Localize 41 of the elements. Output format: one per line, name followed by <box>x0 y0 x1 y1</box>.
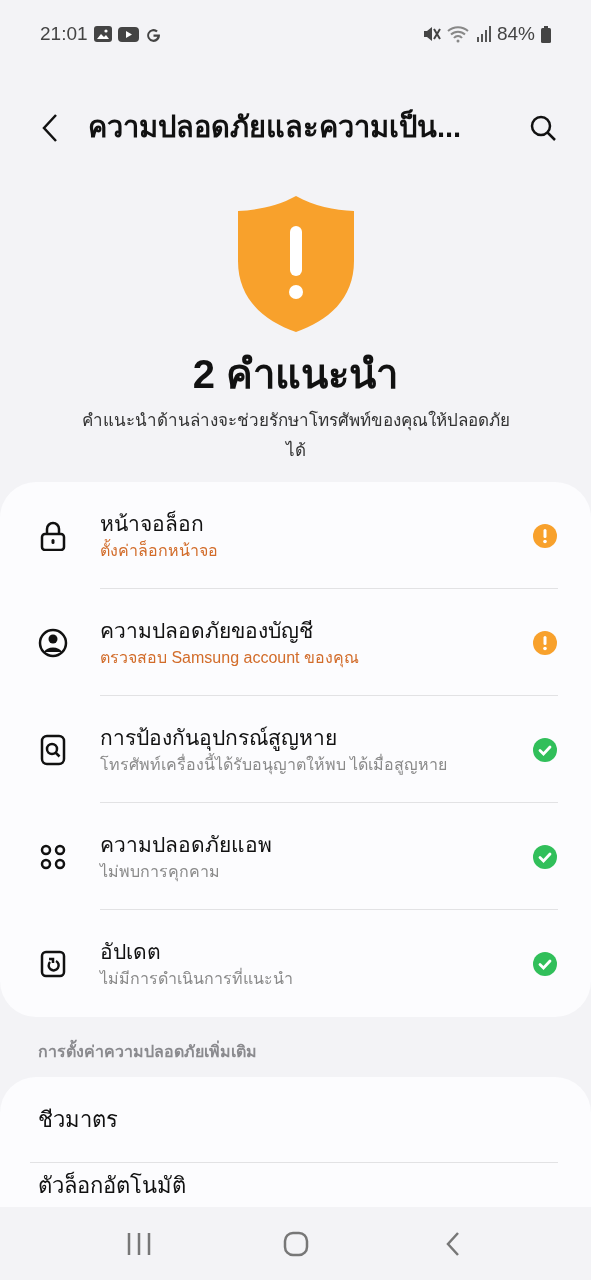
recommendation-count: 2 คำแนะนำ <box>192 351 399 398</box>
three-lines-icon <box>125 1231 152 1256</box>
apps-icon <box>40 843 66 870</box>
page-title: ความปลอดภัยและความเป็น... <box>88 108 463 146</box>
settings-item[interactable]: อัปเดต ไม่มีการดำเนินการที่แนะนำ <box>0 910 591 1017</box>
item-title: อัปเดต <box>100 938 162 965</box>
battery-icon <box>541 25 551 43</box>
gallery-icon <box>93 26 112 42</box>
item-title: ชีวมาตร <box>38 1106 118 1134</box>
settings-item[interactable]: การป้องกันอุปกรณ์สูญหาย โทรศัพท์เครื่องนี้ได้รับอนุญาตให้พบ ได้เมื่อสูญหาย <box>0 696 591 803</box>
battery-percent: 84% <box>496 21 535 46</box>
settings-item[interactable]: หน้าจอล็อก ตั้งค่าล็อกหน้าจอ <box>0 482 591 589</box>
item-subtitle: ตั้งค่าล็อกหน้าจอ <box>100 538 219 561</box>
item-subtitle: โทรศัพท์เครื่องนี้ได้รับอนุญาตให้พบ ได้เมื่อสูญหาย <box>100 752 449 777</box>
chevron-left-icon <box>444 1230 461 1257</box>
status-time: 21:01 <box>40 21 88 46</box>
item-subtitle: ไม่มีการดำเนินการที่แนะนำ <box>100 967 294 989</box>
item-title: การป้องกันอุปกรณ์สูญหาย <box>100 724 338 753</box>
item-subtitle: ไม่พบการคุกคาม <box>100 861 221 884</box>
item-title: หน้าจอล็อก <box>100 509 205 537</box>
settings-item[interactable]: ความปลอดภัยแอพ ไม่พบการคุกคาม <box>0 803 591 910</box>
section-heading: การตั้งค่าความปลอดภัยเพิ่มเติม <box>38 1041 591 1063</box>
update-icon <box>40 949 66 978</box>
item-subtitle: ตรวจสอบ Samsung account ของคุณ <box>100 647 360 670</box>
mute-icon <box>422 26 441 42</box>
play-icon <box>117 26 139 42</box>
account-icon <box>38 627 68 658</box>
item-title: ความปลอดภัยของบัญชี <box>100 617 314 645</box>
settings-item[interactable]: ตัวล็อกอัตโนมัติ <box>0 1163 591 1207</box>
phone-search-icon <box>40 733 66 766</box>
signal-icon <box>476 26 491 42</box>
item-title: ตัวล็อกอัตโนมัติ <box>38 1171 186 1200</box>
padlock-icon <box>40 520 66 551</box>
settings-item[interactable]: ชีวมาตร <box>0 1077 591 1163</box>
summary-description: คำแนะนำด้านล่างจะช่วยรักษาโทรศัพท์ของคุณให้ปลอดภัยได้ <box>80 409 511 462</box>
wifi-icon <box>446 25 471 43</box>
item-title: ความปลอดภัยแอพ <box>100 831 273 858</box>
search-icon <box>529 114 557 142</box>
rounded-square-icon <box>282 1230 309 1257</box>
settings-item[interactable]: ความปลอดภัยของบัญชี ตรวจสอบ Samsung account ของคุณ <box>0 589 591 696</box>
chevron-left-icon <box>41 113 59 143</box>
